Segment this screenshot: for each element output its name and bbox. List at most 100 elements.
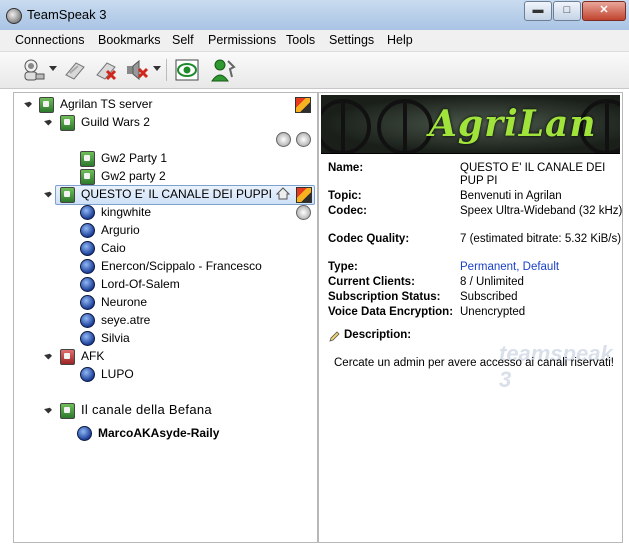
collapse-arrow-icon[interactable]	[24, 99, 32, 108]
connect-icon[interactable]	[20, 57, 46, 83]
channel-icon	[60, 115, 75, 131]
server-name: Agrilan TS server	[60, 97, 153, 111]
user-status-icon	[80, 223, 95, 238]
channel-name: Gw2 party 2	[101, 169, 166, 183]
info-value-topic: Benvenuti in Agrilan	[460, 190, 562, 202]
peace-symbol-icon	[377, 99, 433, 153]
description-text: Cercate un admin per avere accesso ai ca…	[334, 357, 614, 369]
channel-name: Il canale della Befana	[81, 402, 212, 417]
info-value-subscription: Subscribed	[460, 291, 518, 303]
user-name: kingwhite	[101, 205, 152, 219]
channel-flag-icon	[296, 187, 312, 203]
tree-user-row[interactable]: Enercon/Scippalo - Francesco	[14, 257, 317, 275]
tree-channel-row-selected[interactable]: QUESTO E' IL CANALE DEI PUPPI	[14, 185, 317, 203]
user-status-icon	[80, 331, 95, 346]
user-name: Enercon/Scippalo - Francesco	[101, 259, 262, 273]
channel-permission-icon	[276, 132, 291, 147]
user-name: Lord-Of-Salem	[101, 277, 180, 291]
user-status-icon	[80, 259, 95, 274]
user-status-icon	[80, 367, 95, 382]
collapse-arrow-icon[interactable]	[44, 117, 52, 126]
user-name: seye.atre	[101, 313, 151, 327]
peace-symbol-icon	[321, 99, 371, 153]
tree-subchannel-row[interactable]: Gw2 party 2	[14, 167, 317, 185]
mute-dropdown-arrow[interactable]	[153, 66, 161, 71]
info-label-topic: Topic:	[328, 190, 362, 202]
collapse-arrow-icon[interactable]	[44, 189, 52, 198]
menu-connections[interactable]: Connections	[15, 33, 85, 47]
channel-name: QUESTO E' IL CANALE DEI PUPPI	[81, 187, 273, 201]
info-label-name: Name:	[328, 162, 364, 174]
user-permission-icon	[296, 205, 311, 220]
info-label-current-clients: Current Clients:	[328, 276, 415, 288]
title-bar: TeamSpeak 3 ▬ □ ✕	[0, 0, 629, 31]
tree-server-row[interactable]: Agrilan TS server	[14, 95, 317, 113]
menu-settings[interactable]: Settings	[329, 33, 374, 47]
menu-self[interactable]: Self	[172, 33, 194, 47]
tree-subchannel-row[interactable]: Gw2 Party 1	[14, 149, 317, 167]
disconnect-icon[interactable]	[62, 57, 88, 83]
info-label-type: Type:	[328, 261, 358, 273]
user-name: Caio	[101, 241, 126, 255]
tree-user-row[interactable]: Argurio	[14, 221, 317, 239]
user-name: LUPO	[101, 367, 134, 381]
channel-permission-icon	[296, 132, 311, 147]
toolbar	[0, 52, 629, 89]
info-value-codec-quality: 7 (estimated bitrate: 5.32 KiB/s)	[460, 233, 622, 245]
tree-user-row[interactable]: Lord-Of-Salem	[14, 275, 317, 293]
teamspeak-logo-icon	[6, 8, 22, 24]
menu-help[interactable]: Help	[387, 33, 413, 47]
user-name: Neurone	[101, 295, 148, 309]
info-label-subscription: Subscription Status:	[328, 291, 441, 303]
tree-user-row[interactable]: Silvia	[14, 329, 317, 347]
menu-tools[interactable]: Tools	[286, 33, 315, 47]
mute-microphone-icon[interactable]	[93, 57, 119, 83]
info-value-name: QUESTO E' IL CANALE DEI PUP PI	[460, 162, 606, 187]
tree-channel-row[interactable]: Guild Wars 2	[14, 113, 317, 131]
channel-name: Guild Wars 2	[81, 115, 150, 129]
user-status-icon	[80, 277, 95, 292]
server-flag-icon	[295, 97, 311, 113]
channel-icon	[80, 169, 95, 185]
tree-user-row[interactable]: Neurone	[14, 293, 317, 311]
server-icon	[39, 97, 54, 113]
channel-icon	[80, 151, 95, 167]
channel-name: Gw2 Party 1	[101, 151, 168, 165]
user-status-icon	[77, 426, 92, 441]
identity-icon[interactable]	[210, 57, 236, 83]
info-label-codec-quality: Codec Quality:	[328, 233, 410, 245]
collapse-arrow-icon[interactable]	[44, 351, 52, 360]
info-value-type: Permanent, Default	[460, 261, 560, 273]
menu-bookmarks[interactable]: Bookmarks	[98, 33, 161, 47]
info-value-encryption: Unencrypted	[460, 306, 526, 318]
toolbar-separator	[166, 59, 167, 81]
info-value-codec: Speex Ultra-Wideband (32 kHz)	[460, 205, 623, 217]
minimize-button[interactable]: ▬	[524, 1, 552, 21]
channel-tree[interactable]: Agrilan TS server Guild Wars 2 Gw2 Party…	[13, 92, 318, 543]
user-name: Argurio	[101, 223, 140, 237]
user-name: MarcoAKAsyde-Raily	[98, 426, 220, 440]
maximize-button[interactable]: □	[553, 1, 581, 21]
menu-permissions[interactable]: Permissions	[208, 33, 276, 47]
default-channel-icon	[276, 187, 290, 200]
pencil-icon	[329, 331, 340, 342]
close-button[interactable]: ✕	[582, 1, 626, 21]
tree-channel-row[interactable]: Il canale della Befana	[14, 401, 317, 419]
tree-user-row[interactable]: Caio	[14, 239, 317, 257]
tree-user-row[interactable]: seye.atre	[14, 311, 317, 329]
user-name: Silvia	[101, 331, 130, 345]
collapse-arrow-icon[interactable]	[44, 405, 52, 414]
user-status-icon	[80, 313, 95, 328]
away-icon[interactable]	[174, 57, 200, 83]
mute-speakers-icon[interactable]	[124, 57, 150, 83]
tree-user-row[interactable]: LUPO	[14, 365, 317, 383]
tree-user-row[interactable]: MarcoAKAsyde-Raily	[14, 424, 317, 442]
connect-dropdown-arrow[interactable]	[49, 66, 57, 71]
description-label: Description:	[344, 329, 412, 341]
info-label-encryption: Voice Data Encryption:	[328, 306, 454, 318]
tree-user-row[interactable]: kingwhite	[14, 203, 317, 221]
tree-channel-row[interactable]: AFK	[14, 347, 317, 365]
info-label-codec: Codec:	[328, 205, 367, 217]
window-title: TeamSpeak 3	[27, 7, 107, 22]
info-panel: AgriLan teamspeak 3 Name: QUESTO E' IL C…	[318, 92, 623, 543]
